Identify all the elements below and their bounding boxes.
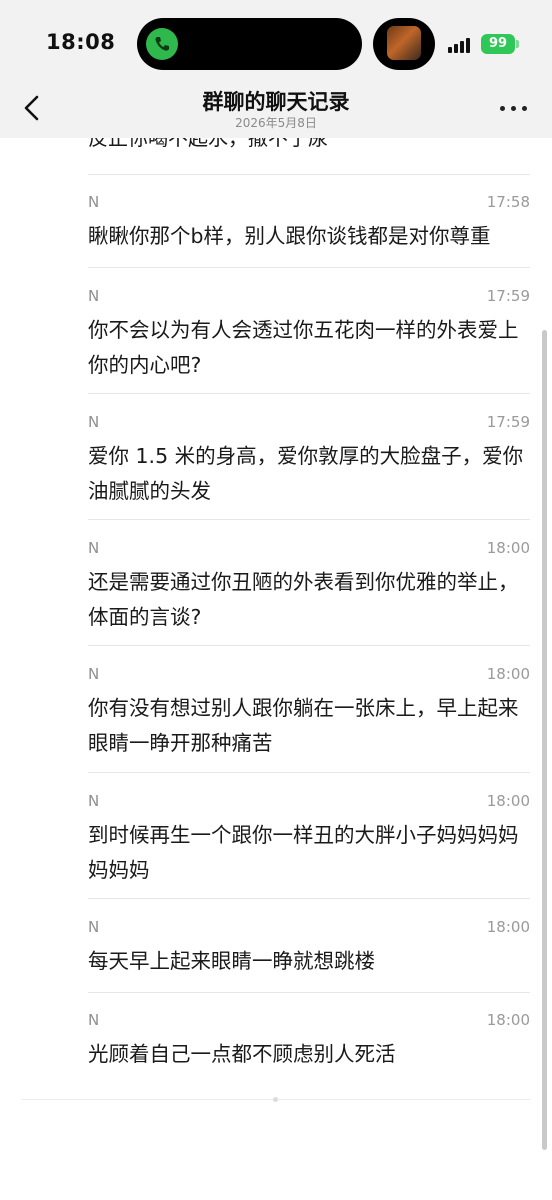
end-dot	[273, 1097, 278, 1102]
message-text: 你不会以为有人会透过你五花肉一样的外表爱上你的内心吧?	[88, 318, 519, 377]
message-text: 还是需要通过你丑陋的外表看到你优雅的举止，体面的言谈?	[88, 570, 519, 629]
message-text: 瞅瞅你那个b样，别人跟你谈钱都是对你尊重	[88, 224, 491, 248]
more-options-icon[interactable]	[500, 106, 528, 112]
message-sender: N	[88, 1011, 100, 1029]
message-divider	[88, 992, 530, 993]
status-time: 18:08	[46, 30, 116, 54]
page-title: 群聊的聊天记录	[202, 90, 350, 114]
message-sender: N	[88, 792, 100, 810]
message-divider	[88, 898, 530, 899]
message-divider	[88, 772, 530, 773]
message-sender: N	[88, 287, 100, 305]
message-time: 18:00	[486, 665, 530, 683]
scrollbar[interactable]	[542, 330, 547, 1150]
message-time: 18:00	[486, 1011, 530, 1029]
message-list[interactable]: 反正你喝不起水，撒不了尿 N 17:58 瞅瞅你那个b样，别人跟你谈钱都是对你尊…	[0, 138, 552, 1200]
phone-call-icon	[146, 28, 178, 60]
message-time: 17:59	[486, 287, 530, 305]
message-sender: N	[88, 918, 100, 936]
message-divider	[88, 393, 530, 394]
message-time: 18:00	[486, 918, 530, 936]
message-time: 17:58	[486, 193, 530, 211]
message-divider	[88, 267, 530, 268]
message-text: 每天早上起来眼睛一睁就想跳楼	[88, 949, 375, 973]
message-time: 17:59	[486, 413, 530, 431]
message-sender: N	[88, 413, 100, 431]
message-sender: N	[88, 193, 100, 211]
album-art-icon	[387, 26, 421, 60]
message-text: 到时候再生一个跟你一样丑的大胖小子妈妈妈妈妈妈妈	[88, 823, 519, 882]
cellular-signal-icon	[448, 37, 472, 53]
dynamic-island[interactable]	[137, 18, 362, 70]
battery-icon: 99	[481, 34, 515, 54]
message-time: 18:00	[486, 792, 530, 810]
page-date: 2026年5月8日	[235, 116, 317, 130]
top-bar: 18:08 99 群聊的聊天记录 2026年5月8日	[0, 0, 552, 138]
message-divider	[88, 519, 530, 520]
message-text: 光顾着自己一点都不顾虑别人死活	[88, 1042, 396, 1066]
partial-message-text: 反正你喝不起水，撒不了尿	[88, 138, 328, 150]
message-sender: N	[88, 665, 100, 683]
now-playing-island[interactable]	[373, 18, 435, 70]
battery-tip	[516, 40, 519, 48]
message-divider	[88, 174, 530, 175]
message-time: 18:00	[486, 539, 530, 557]
message-text: 爱你 1.5 米的身高，爱你敦厚的大脸盘子，爱你油腻腻的头发	[88, 444, 524, 503]
message-text: 你有没有想过别人跟你躺在一张床上，早上起来眼睛一睁开那种痛苦	[88, 696, 519, 755]
message-sender: N	[88, 539, 100, 557]
message-divider	[88, 645, 530, 646]
